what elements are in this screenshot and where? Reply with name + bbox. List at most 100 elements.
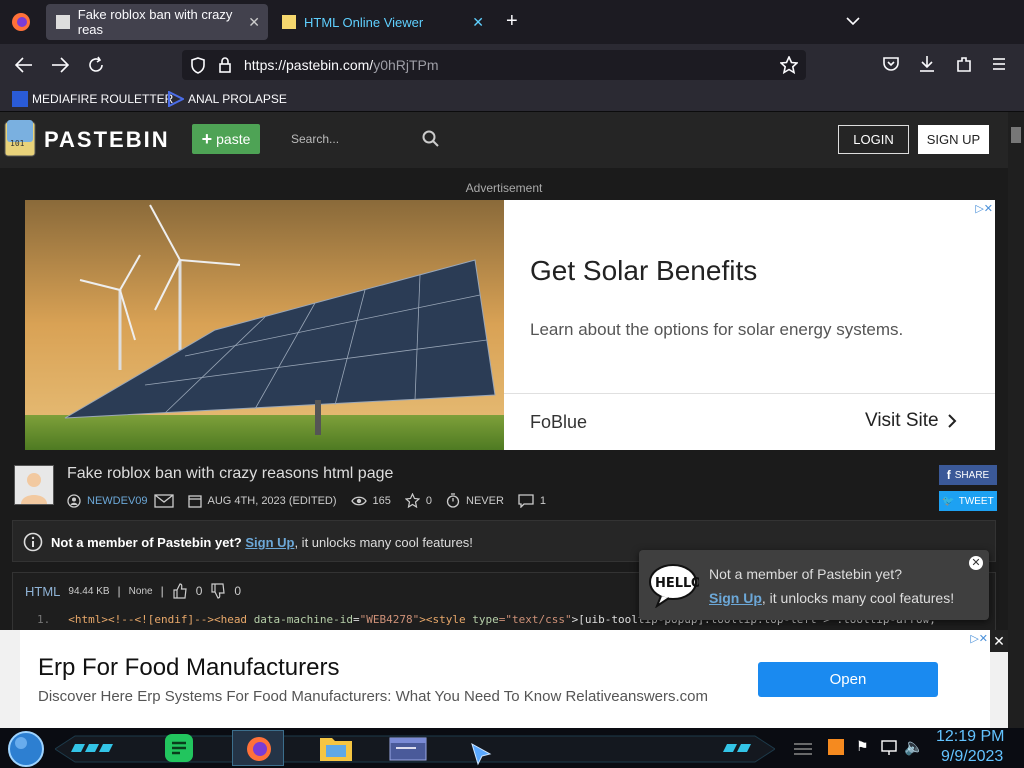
- open-button[interactable]: Open: [758, 662, 938, 697]
- pastebin-favicon-icon: [56, 15, 70, 29]
- firefox-icon: [247, 737, 271, 761]
- pastebin-logo-text[interactable]: PASTEBIN: [44, 127, 170, 153]
- tab-html-viewer[interactable]: HTML Online Viewer ✕: [272, 4, 492, 40]
- adchoices-icon[interactable]: ▷✕: [975, 202, 993, 215]
- language-label[interactable]: HTML: [25, 584, 60, 599]
- bottom-ad-title[interactable]: Erp For Food Manufacturers: [38, 654, 339, 682]
- author-link[interactable]: NEWDEV09: [87, 495, 148, 507]
- bookmark-label: MEDIAFIRE ROULETTER: [32, 92, 174, 106]
- expiry: NEVER: [466, 494, 504, 507]
- search-input[interactable]: Search...: [283, 124, 443, 154]
- bookmark-mediafire[interactable]: MEDIAFIRE ROULETTER: [12, 91, 173, 107]
- pocket-icon[interactable]: [883, 57, 899, 72]
- folder-icon: [320, 738, 352, 761]
- paste-title: Fake roblox ban with crazy reasons html …: [67, 465, 394, 482]
- code-attr: type: [472, 613, 499, 626]
- network-icon[interactable]: [880, 739, 898, 757]
- avatar-icon: [21, 473, 47, 504]
- share-label: SHARE: [954, 469, 990, 481]
- screen: Fake roblox ban with crazy reas ✕ HTML O…: [0, 0, 1024, 768]
- close-tab-icon[interactable]: ✕: [472, 14, 484, 31]
- clock-date[interactable]: 9/9/2023: [941, 748, 1003, 766]
- paste-info: Fake roblox ban with crazy reasons html …: [14, 465, 997, 513]
- login-button[interactable]: LOGIN: [838, 125, 909, 154]
- bookmark-second[interactable]: ANAL PROLAPSE: [168, 91, 287, 107]
- taskbar-app-firefox[interactable]: [232, 730, 284, 766]
- clock-time[interactable]: 12:19 PM: [936, 728, 1004, 746]
- tweet-button[interactable]: 🐦 TWEET: [939, 491, 997, 511]
- eye-icon: [350, 496, 367, 505]
- taskbar-app-notes[interactable]: [162, 732, 196, 764]
- taskbar-app-window[interactable]: [386, 732, 430, 764]
- thumbs-down-icon[interactable]: [210, 583, 226, 599]
- visit-site-link[interactable]: Visit Site: [865, 410, 957, 432]
- bottom-ad-subtitle: Discover Here Erp Systems For Food Manuf…: [38, 688, 709, 705]
- bookmarks-toolbar: MEDIAFIRE ROULETTER ANAL PROLAPSE: [0, 86, 1024, 112]
- back-icon[interactable]: [15, 57, 33, 73]
- notice-text: Not a member of Pastebin yet? Sign Up, i…: [51, 535, 473, 550]
- new-paste-button[interactable]: + paste: [192, 124, 260, 154]
- pastebin-logo-icon[interactable]: 101: [3, 118, 39, 158]
- forward-icon[interactable]: [51, 57, 69, 73]
- hello-bubble-icon: HELLO: [649, 564, 699, 608]
- bottom-ad-card[interactable]: Erp For Food Manufacturers Discover Here…: [20, 630, 990, 728]
- menu-icon[interactable]: [992, 58, 1006, 70]
- size-unit: KB: [96, 585, 110, 597]
- tab-label: HTML Online Viewer: [304, 14, 424, 30]
- code-attr: data-machine-id: [253, 613, 354, 626]
- lock-icon[interactable]: [218, 57, 232, 73]
- solar-ad-image[interactable]: [25, 200, 504, 450]
- volume-icon[interactable]: 🔈: [904, 737, 924, 757]
- taskbar-app-explorer[interactable]: [318, 732, 354, 764]
- extensions-icon[interactable]: [956, 56, 972, 73]
- facebook-share-button[interactable]: f SHARE: [939, 465, 997, 485]
- code-tag: ><style: [419, 613, 473, 626]
- notice-signup-link[interactable]: Sign Up: [245, 535, 294, 550]
- browser-tab-bar: Fake roblox ban with crazy reas ✕ HTML O…: [0, 0, 1024, 44]
- thumbs-up-icon[interactable]: [172, 583, 188, 599]
- flag-icon[interactable]: ⚑: [856, 738, 869, 755]
- page-scrollbar[interactable]: [1008, 112, 1024, 728]
- firefox-menu-icon[interactable]: [11, 12, 31, 32]
- notice-bold: Not a member of Pastebin yet?: [51, 535, 242, 550]
- start-orb-icon[interactable]: [6, 730, 46, 768]
- ad-subtitle: Learn about the options for solar energy…: [530, 320, 904, 339]
- bookmark-star-icon[interactable]: [780, 56, 798, 74]
- adchoices-icon[interactable]: ▷✕: [970, 632, 988, 645]
- shield-icon[interactable]: [190, 57, 206, 74]
- signup-button[interactable]: SIGN UP: [918, 125, 989, 154]
- new-tab-icon[interactable]: +: [506, 10, 518, 33]
- tab-pastebin[interactable]: Fake roblox ban with crazy reas ✕: [46, 4, 268, 40]
- calendar-icon: [187, 494, 202, 508]
- popup-close-icon[interactable]: ✕: [969, 556, 983, 570]
- search-placeholder: Search...: [291, 132, 340, 146]
- notepad-favicon-icon: [282, 15, 296, 29]
- code-header: HTML 94.44 KB | None | 0 0: [25, 583, 241, 599]
- popup-rest: , it unlocks many cool features!: [761, 590, 955, 606]
- close-tab-icon[interactable]: ✕: [248, 14, 260, 31]
- advertisement-label: Advertisement: [465, 181, 543, 195]
- star-icon[interactable]: [404, 493, 420, 508]
- url-bar[interactable]: https://pastebin.com/y0hRjTPm: [182, 50, 806, 80]
- divider: |: [117, 584, 121, 598]
- mail-icon[interactable]: [153, 493, 174, 508]
- tray-app-icon[interactable]: [828, 739, 844, 755]
- popup-signup-link[interactable]: Sign Up: [709, 590, 762, 606]
- taskbar: ⚑ 🔈 12:19 PM 9/9/2023: [0, 728, 1024, 768]
- license: None: [128, 585, 153, 597]
- close-ad-icon[interactable]: ✕: [990, 630, 1008, 652]
- solar-ad-banner[interactable]: Get Solar Benefits Learn about the optio…: [25, 200, 995, 450]
- like-count: 0: [195, 584, 203, 598]
- avatar[interactable]: [14, 465, 54, 505]
- tray-arrows-icon[interactable]: [792, 740, 814, 756]
- scrollbar-thumb[interactable]: [1011, 127, 1021, 143]
- visit-site-label: Visit Site: [865, 410, 939, 431]
- search-icon[interactable]: [422, 130, 440, 148]
- comment-icon[interactable]: [518, 493, 534, 508]
- bottom-ad[interactable]: Erp For Food Manufacturers Discover Here…: [0, 630, 1008, 728]
- list-all-tabs-icon[interactable]: [846, 16, 860, 26]
- reload-icon[interactable]: [87, 56, 105, 74]
- downloads-icon[interactable]: [919, 55, 935, 73]
- size-value: 94.44: [68, 585, 94, 597]
- ad-title[interactable]: Get Solar Benefits: [530, 255, 757, 287]
